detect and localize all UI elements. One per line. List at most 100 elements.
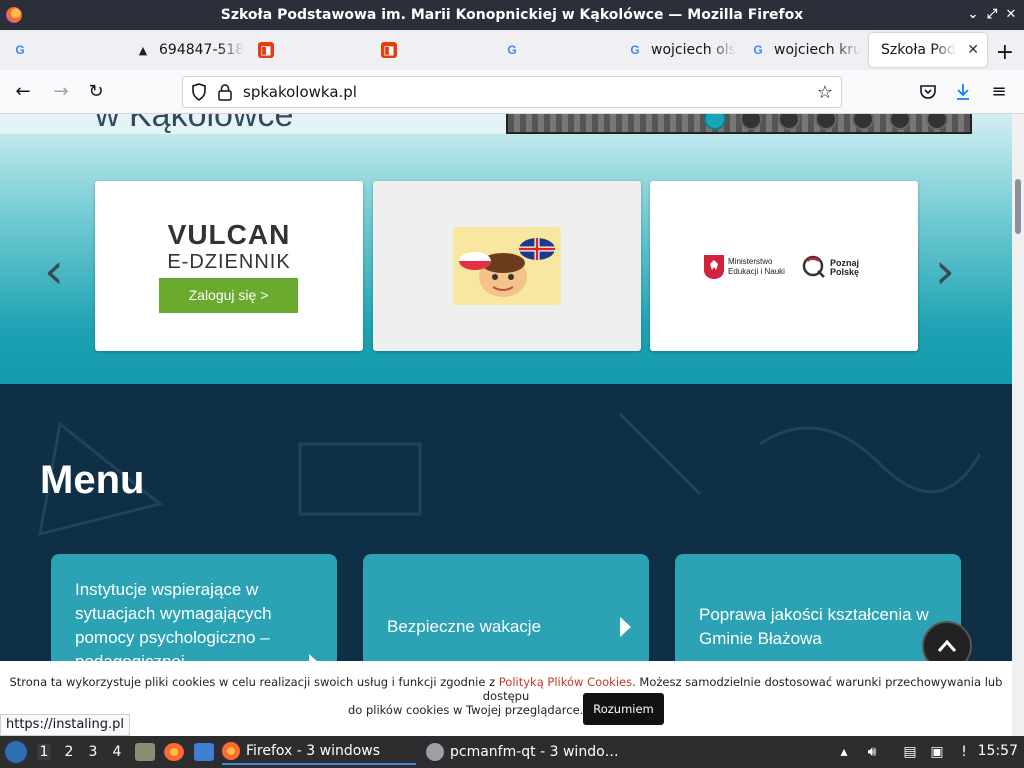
maximize-icon[interactable]: ⤢ <box>983 6 1001 24</box>
link-status-tooltip: https://instaling.pl <box>0 714 130 736</box>
taskbar-task-firefox[interactable]: Firefox - 3 windows <box>222 739 416 765</box>
ministry-label: Ministerstwo Edukacji i Nauki <box>728 257 785 276</box>
slider-dot[interactable] <box>889 114 911 130</box>
cookie-consent-bar: Strona ta wykorzystuje pliki cookies w c… <box>0 661 1012 736</box>
tile-arrow-icon <box>620 617 631 637</box>
desktop-launcher-icon[interactable] <box>194 743 214 761</box>
tab[interactable]: G wojciech ols <box>615 33 738 67</box>
tab[interactable]: ▲ 694847-518 <box>123 33 246 67</box>
downloads-icon[interactable] <box>954 82 972 102</box>
tab[interactable]: G <box>492 33 615 67</box>
address-bar[interactable]: spkakolowka.pl ☆ <box>182 76 842 108</box>
carousel-prev-arrow-icon[interactable]: ‹ <box>44 246 74 296</box>
tab[interactable]: ◨ <box>246 33 369 67</box>
chevron-up-icon <box>937 639 957 652</box>
task-label: pcmanfm-qt - 3 windo… <box>450 744 619 760</box>
site-icon: ▲ <box>138 43 148 57</box>
clipboard-icon[interactable]: ▤ <box>901 742 919 762</box>
tab-label: Szkoła Pod <box>881 42 956 58</box>
bookmark-star-icon[interactable]: ☆ <box>817 82 833 103</box>
slider-dot[interactable] <box>926 114 948 130</box>
menu-hamburger-icon[interactable]: ≡ <box>988 81 1010 103</box>
minimize-icon[interactable]: ⌄ <box>964 6 982 24</box>
firefox-logo-icon <box>6 7 22 23</box>
cookie-text-start: Strona ta wykorzystuje pliki cookies w c… <box>9 675 499 689</box>
site-info-lock-icon[interactable] <box>217 83 233 101</box>
slider-dot[interactable] <box>704 114 726 130</box>
login-button[interactable]: Zaloguj się > <box>159 278 298 313</box>
vulcan-logo-title: VULCAN <box>167 219 291 250</box>
cookie-policy-link[interactable]: Polityką Plików Cookies <box>499 675 632 689</box>
language-learning-image <box>453 227 561 305</box>
tab-label: wojciech ols <box>651 42 736 58</box>
close-tab-icon[interactable]: ✕ <box>967 42 979 58</box>
file-manager-launcher-icon[interactable] <box>135 743 155 761</box>
gear-icon <box>426 743 444 761</box>
close-window-icon[interactable]: ✕ <box>1002 6 1020 24</box>
tray-icon[interactable]: ▴ <box>835 742 853 762</box>
carousel-next-arrow-icon[interactable]: › <box>935 246 965 296</box>
firefox-icon <box>222 742 240 760</box>
slider-dot[interactable] <box>740 114 762 130</box>
menu-tile-text: Bezpieczne wakacje <box>387 617 542 636</box>
pocket-icon[interactable] <box>919 83 937 101</box>
cookie-text-line2: do plików cookies w Twojej przeglądarce. <box>348 703 584 717</box>
slider-dot[interactable] <box>852 114 874 130</box>
language-card[interactable] <box>373 181 641 351</box>
google-icon: G <box>15 43 25 57</box>
poznaj-polske-logo-icon <box>802 255 825 278</box>
menu-tile-text: Poprawa jakości kształcenia w Gminie Bła… <box>699 605 929 648</box>
hero-heading: w Kąkolówce <box>95 114 294 134</box>
scrollbar-thumb[interactable] <box>1015 179 1021 234</box>
cookie-text: Strona ta wykorzystuje pliki cookies w c… <box>0 675 1012 703</box>
vulcan-logo-subtitle: E-DZIENNIK <box>167 251 291 273</box>
task-label: Firefox - 3 windows <box>246 743 381 759</box>
firefox-launcher-icon[interactable] <box>164 743 184 761</box>
reload-button[interactable]: ↻ <box>85 81 107 103</box>
tab[interactable]: G wojciech kru <box>738 33 861 67</box>
cookie-accept-button[interactable]: Rozumiem <box>583 693 664 725</box>
menu-tile-text: Instytucje wspierające w sytuacjach wyma… <box>75 580 272 671</box>
menu-heading: Menu <box>40 458 145 502</box>
page-scrollbar[interactable] <box>1012 114 1024 736</box>
back-button[interactable]: ← <box>12 81 34 103</box>
hero-heading-box: w Kąkolówce <box>0 114 506 134</box>
page-viewport: w Kąkolówce ‹ › VULCAN E-DZIENNIK Zalogu… <box>0 114 1012 736</box>
site-icon: ◨ <box>258 42 274 58</box>
volume-icon[interactable]: 🔊︎ <box>863 742 881 762</box>
window-titlebar: Szkoła Podstawowa im. Marii Konopnickiej… <box>0 0 1024 30</box>
workspace-button[interactable]: 3 <box>86 744 100 760</box>
hero-slider-image <box>506 114 972 134</box>
tab-label: 694847-518 <box>159 42 245 58</box>
vulcan-card[interactable]: VULCAN E-DZIENNIK Zaloguj się > <box>95 181 363 351</box>
tab-strip: G ▲ 694847-518 ◨ ◨ G G wojciech ols G wo… <box>0 30 1024 70</box>
tab[interactable]: G <box>0 33 123 67</box>
slider-dot[interactable] <box>815 114 837 130</box>
workspace-button[interactable]: 1 <box>37 744 51 760</box>
workspace-button[interactable]: 2 <box>62 744 76 760</box>
tab-label: wojciech kru <box>774 42 861 58</box>
start-menu-icon[interactable] <box>5 741 27 763</box>
google-icon: G <box>507 43 517 57</box>
poznaj-polske-label: Poznaj Polskę <box>830 258 860 277</box>
new-tab-button[interactable]: + <box>996 40 1014 65</box>
google-icon: G <box>753 43 763 57</box>
tracking-protection-shield-icon[interactable] <box>191 83 207 101</box>
workspace-button[interactable]: 4 <box>110 744 124 760</box>
ministry-card[interactable]: Ministerstwo Edukacji i Nauki Poznaj Pol… <box>650 181 918 351</box>
kids-flags-illustration <box>459 238 555 297</box>
notification-icon[interactable]: ! <box>955 742 973 762</box>
network-icon[interactable]: ▣ <box>928 742 946 762</box>
taskbar-task-pcmanfm[interactable]: pcmanfm-qt - 3 windo… <box>426 739 620 765</box>
site-icon: ◨ <box>381 42 397 58</box>
slider-dot[interactable] <box>778 114 800 130</box>
desktop-taskbar: 1 2 3 4 Firefox - 3 windows pcmanfm-qt -… <box>0 736 1024 768</box>
polish-eagle-emblem-icon <box>704 255 724 279</box>
google-icon: G <box>630 43 640 57</box>
window-title: Szkoła Podstawowa im. Marii Konopnickiej… <box>220 7 804 23</box>
tab[interactable]: ◨ <box>369 33 492 67</box>
taskbar-clock[interactable]: 15:57 <box>978 743 1018 759</box>
forward-button[interactable]: → <box>50 81 72 103</box>
tab-active[interactable]: Szkoła Pod ✕ <box>869 33 987 67</box>
url-text[interactable]: spkakolowka.pl <box>243 83 357 101</box>
